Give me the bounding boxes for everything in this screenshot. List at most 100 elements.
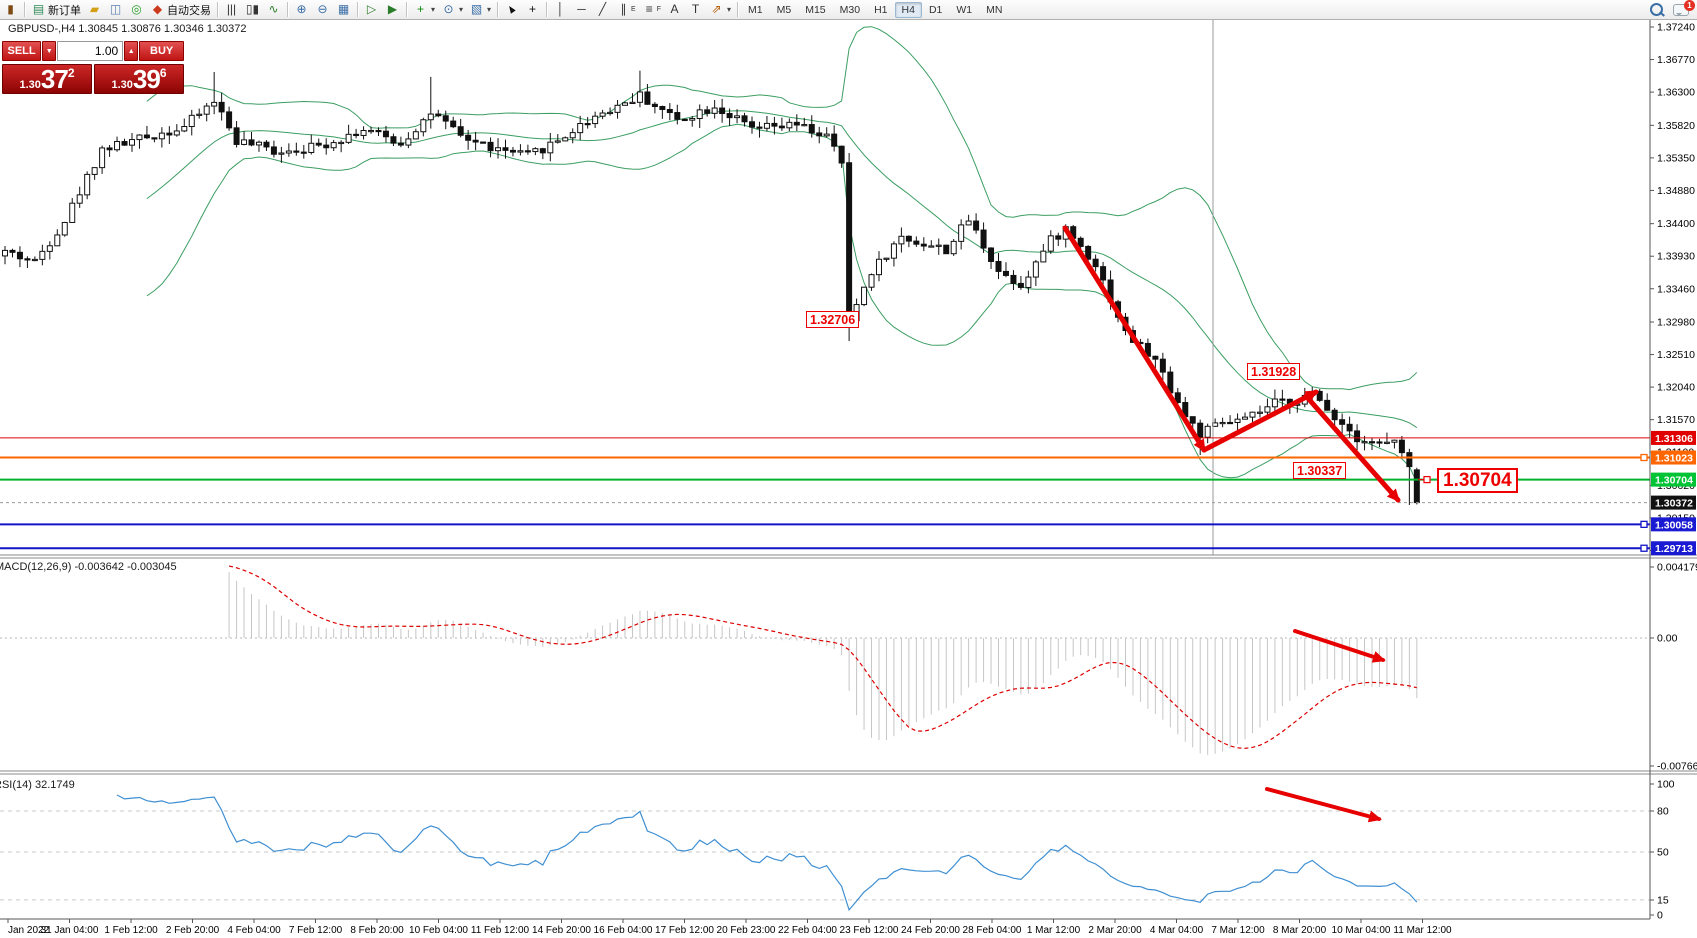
chevron-down-icon[interactable]: ▾ xyxy=(727,5,731,14)
timeframe-button-m15[interactable]: M15 xyxy=(798,2,832,18)
svg-text:1.33930: 1.33930 xyxy=(1657,251,1695,263)
timeframe-button-d1[interactable]: D1 xyxy=(922,2,949,18)
trendline-button[interactable]: ╱ xyxy=(592,1,613,18)
svg-text:4 Feb 04:00: 4 Feb 04:00 xyxy=(227,925,281,936)
volume-down-button[interactable]: ▼ xyxy=(42,41,56,61)
svg-text:1.36300: 1.36300 xyxy=(1657,87,1695,99)
chart-sliver-icon: ▮ xyxy=(3,2,18,17)
market-watch-icon[interactable]: ▰ xyxy=(84,1,105,18)
volume-input[interactable] xyxy=(57,41,123,61)
svg-text:2 Mar 20:00: 2 Mar 20:00 xyxy=(1088,925,1142,936)
svg-text:1.30058: 1.30058 xyxy=(1655,519,1693,531)
chevron-down-icon[interactable]: ▾ xyxy=(431,5,435,14)
period-button[interactable]: ⊙▾ xyxy=(438,1,466,18)
svg-text:1.34400: 1.34400 xyxy=(1657,218,1695,230)
fibonacci-button[interactable]: ≡F xyxy=(639,1,664,18)
price-annotation-large[interactable]: 1.30704 xyxy=(1437,468,1518,493)
tile-windows-icon: ▦ xyxy=(336,2,351,17)
svg-text:1.36770: 1.36770 xyxy=(1657,54,1695,66)
auto-trading-icon: ◆ xyxy=(150,2,165,17)
auto-trading-button-label: 自动交易 xyxy=(167,2,211,18)
search-icon[interactable] xyxy=(1650,3,1663,16)
toolbar-separator xyxy=(406,2,407,17)
cursor-button[interactable]: ▲ xyxy=(501,1,522,18)
crosshair-button[interactable]: + xyxy=(522,1,543,18)
svg-text:11 Feb 12:00: 11 Feb 12:00 xyxy=(471,925,530,936)
svg-text:10 Mar 04:00: 10 Mar 04:00 xyxy=(1332,925,1391,936)
chart-shift-icon: ▶ xyxy=(385,2,400,17)
label-icon: T xyxy=(688,2,703,17)
shapes-icon: ⇗ xyxy=(709,2,724,17)
channel-button[interactable]: ∥E xyxy=(613,1,639,18)
new-order-button[interactable]: ▤新订单 xyxy=(28,1,84,19)
vline-button[interactable]: │ xyxy=(550,1,571,18)
chat-icon[interactable]: 1 xyxy=(1673,4,1689,16)
market-watch-icon: ▰ xyxy=(87,2,102,17)
svg-text:80: 80 xyxy=(1657,806,1669,818)
period-icon: ⊙ xyxy=(441,2,456,17)
fibonacci-icon: ≡ xyxy=(642,2,657,17)
timeframe-button-h4[interactable]: H4 xyxy=(895,2,922,18)
price-annotation[interactable]: 1.32706 xyxy=(806,311,859,328)
shapes-button[interactable]: ⇗▾ xyxy=(706,1,734,18)
chevron-down-icon[interactable]: ▾ xyxy=(459,5,463,14)
price-annotation[interactable]: 1.30337 xyxy=(1293,462,1346,479)
zoom-out-icon[interactable]: ⊖ xyxy=(312,1,333,18)
toolbar: ▮▤新订单▰◫◎◆自动交易|||▯▮∿⊕⊖▦▷▶+▾⊙▾▧▾▲+│─╱∥E≡FA… xyxy=(0,0,1697,20)
chevron-down-icon[interactable]: ▾ xyxy=(487,5,491,14)
rsi-indicator-label: RSI(14) 32.1749 xyxy=(0,779,75,791)
svg-text:1.30372: 1.30372 xyxy=(1655,498,1693,510)
annotation-handle[interactable] xyxy=(1424,477,1430,483)
candlestick-chart-icon: ▯▮ xyxy=(245,2,260,17)
timeframe-button-mn[interactable]: MN xyxy=(979,2,1009,18)
timeframe-button-m5[interactable]: M5 xyxy=(770,2,799,18)
svg-text:1.31023: 1.31023 xyxy=(1655,453,1693,465)
volume-up-button[interactable]: ▲ xyxy=(124,41,138,61)
sell-price-display[interactable]: 1.30 37 2 xyxy=(2,64,92,94)
signals-icon[interactable]: ◎ xyxy=(126,1,147,18)
line-chart-icon[interactable]: ∿ xyxy=(263,1,284,18)
auto-trading-button[interactable]: ◆自动交易 xyxy=(147,1,214,19)
timeframe-button-m1[interactable]: M1 xyxy=(741,2,770,18)
icon-sub-letter: E xyxy=(631,6,636,13)
buy-button[interactable]: BUY xyxy=(139,41,184,61)
auto-scroll-icon[interactable]: ▷ xyxy=(361,1,382,18)
svg-text:15: 15 xyxy=(1657,895,1669,907)
svg-text:4 Mar 04:00: 4 Mar 04:00 xyxy=(1150,925,1204,936)
hline-button[interactable]: ─ xyxy=(571,1,592,18)
zoom-in-icon[interactable]: ⊕ xyxy=(291,1,312,18)
text-button[interactable]: A xyxy=(664,1,685,18)
svg-text:11 Mar 12:00: 11 Mar 12:00 xyxy=(1393,925,1452,936)
sell-button[interactable]: SELL xyxy=(2,41,41,61)
svg-text:1.33460: 1.33460 xyxy=(1657,283,1695,295)
candlestick-chart-icon[interactable]: ▯▮ xyxy=(242,1,263,18)
svg-text:-0.007666: -0.007666 xyxy=(1657,761,1697,773)
svg-text:1.29713: 1.29713 xyxy=(1655,543,1693,555)
price-annotation[interactable]: 1.31928 xyxy=(1247,363,1300,380)
timeframe-button-m30[interactable]: M30 xyxy=(833,2,867,18)
svg-text:0: 0 xyxy=(1657,910,1663,922)
chart-profile-icon[interactable]: ◫ xyxy=(105,1,126,18)
template-button[interactable]: ▧▾ xyxy=(466,1,494,18)
signals-icon: ◎ xyxy=(129,2,144,17)
buy-price-display[interactable]: 1.30 39 6 xyxy=(94,64,184,94)
svg-text:50: 50 xyxy=(1657,847,1669,859)
toolbar-separator xyxy=(737,2,738,17)
add-indicator-icon: + xyxy=(413,2,428,17)
label-button[interactable]: T xyxy=(685,1,706,18)
tile-windows-icon[interactable]: ▦ xyxy=(333,1,354,18)
timeframe-button-h1[interactable]: H1 xyxy=(867,2,894,18)
bar-chart-icon[interactable]: ||| xyxy=(221,1,242,18)
sell-price-figure: 1.30 xyxy=(19,78,40,92)
svg-text:8 Mar 20:00: 8 Mar 20:00 xyxy=(1273,925,1327,936)
svg-text:1.30704: 1.30704 xyxy=(1655,475,1693,487)
svg-text:10 Feb 04:00: 10 Feb 04:00 xyxy=(409,925,468,936)
add-indicator-button[interactable]: +▾ xyxy=(410,1,438,18)
chart-shift-icon[interactable]: ▶ xyxy=(382,1,403,18)
timeframe-button-w1[interactable]: W1 xyxy=(949,2,979,18)
line-chart-icon: ∿ xyxy=(266,2,281,17)
svg-text:22 Feb 04:00: 22 Feb 04:00 xyxy=(778,925,837,936)
svg-text:31 Jan 04:00: 31 Jan 04:00 xyxy=(41,925,99,936)
chart-sliver-icon[interactable]: ▮ xyxy=(0,1,21,18)
svg-text:16 Feb 04:00: 16 Feb 04:00 xyxy=(594,925,653,936)
